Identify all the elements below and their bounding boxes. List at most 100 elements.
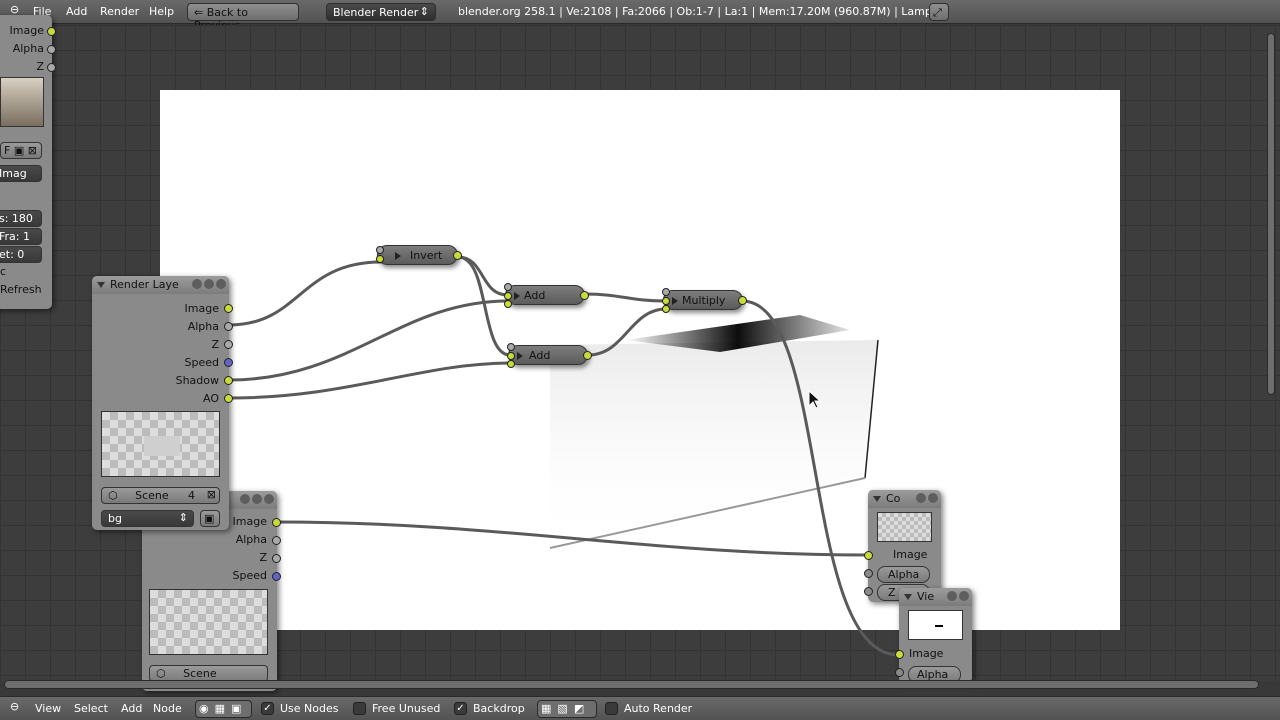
source-select[interactable]: Imag [0,165,42,182]
preview-toggle-icon[interactable] [947,591,957,601]
menu-view[interactable]: View [35,702,61,715]
open-icon[interactable]: ▣ [14,144,24,157]
node-header[interactable]: Vie [899,588,972,606]
collapse-icon[interactable] [928,493,938,503]
menu-add[interactable]: Add [121,702,142,715]
preview-toggle-icon[interactable] [192,279,202,289]
color-icon[interactable]: ▧ [557,702,573,715]
output-alpha-socket[interactable] [272,536,281,545]
preview-toggle-icon[interactable] [240,494,250,504]
menu-add[interactable]: Add [66,5,87,18]
add-node-1[interactable]: Add [504,283,589,308]
input-color2-socket[interactable] [662,305,670,313]
frames-field[interactable]: s: 180 [0,210,42,227]
input-fac-socket[interactable] [376,246,384,254]
offset-field[interactable]: et: 0 [0,246,42,263]
collapse-icon[interactable] [959,591,969,601]
output-alpha-socket[interactable] [224,322,233,331]
input-z-socket[interactable] [864,587,873,596]
input-color1-socket[interactable] [507,352,515,360]
node-header[interactable]: Render Laye [92,276,229,294]
input-fac-socket[interactable] [507,343,515,351]
output-color-socket[interactable] [583,351,592,360]
invert-node[interactable]: Invert [376,245,462,265]
image-buttons[interactable]: F ▣ ⊠ [0,142,42,159]
preview-toggle-icon[interactable] [916,493,926,503]
output-z-socket[interactable] [224,340,233,349]
color-alpha-icon[interactable]: ▦ [541,702,557,715]
socket-z[interactable] [47,63,56,72]
input-alpha-socket[interactable] [895,668,904,677]
menu-help[interactable]: Help [149,5,174,18]
composite-node[interactable]: Co Image Alpha Z [864,490,941,602]
input-color2-socket[interactable] [507,360,515,368]
expand-arrow-icon[interactable] [672,297,678,305]
output-color-socket[interactable] [453,251,462,260]
input-alpha-socket[interactable] [864,569,873,578]
refresh-label[interactable]: Refresh [0,283,42,296]
start-frame-field[interactable]: Fra: 1 [0,228,42,245]
use-nodes-checkbox[interactable]: ✓ [261,702,274,715]
shader-nodes-icon[interactable]: ◉ [199,702,215,715]
backdrop-channels[interactable]: ▦▧◩ [537,700,597,718]
menu-select[interactable]: Select [74,702,108,715]
node-header[interactable]: Co [868,490,941,508]
editor-type-icon[interactable]: ⊖ [10,700,19,713]
expand-arrow-icon[interactable] [517,352,523,360]
free-unused-checkbox[interactable] [353,702,366,715]
node-tree-type-selector[interactable]: ◉▦▣ [195,700,252,718]
scene-selector[interactable]: ⬡ Scene 4 ⊠ [101,487,220,504]
render-layer-icon[interactable]: ▣ [200,510,220,527]
collapse-icon[interactable] [264,494,274,504]
input-fac-socket[interactable] [504,283,512,291]
output-speed-socket[interactable] [272,572,281,581]
alpha-icon[interactable]: ◩ [574,702,590,715]
composite-nodes-icon[interactable]: ▦ [215,702,231,715]
image-node-partial[interactable]: Image Alpha Z F ▣ ⊠ Imag s: 180 Fra: 1 e… [0,15,56,309]
add-node-2[interactable]: Add [507,343,592,368]
horizontal-scrollbar[interactable] [4,680,1259,689]
expand-arrow-icon[interactable] [514,292,520,300]
collapse-triangle-icon[interactable] [873,496,881,502]
auto-render-checkbox[interactable] [605,702,618,715]
socket-image[interactable] [47,27,56,36]
output-shadow-socket[interactable] [224,376,233,385]
collapse-triangle-icon[interactable] [904,594,912,600]
output-color-socket[interactable] [580,291,589,300]
input-color1-socket[interactable] [662,297,670,305]
menu-node[interactable]: Node [153,702,182,715]
viewer-node[interactable]: Vie Image Alpha [895,588,972,683]
output-color-socket[interactable] [738,296,747,305]
output-z-socket[interactable] [272,554,281,563]
hide-toggle-icon[interactable] [252,494,262,504]
output-image-socket[interactable] [224,304,233,313]
render-layer-select[interactable]: bg ⇕ [101,510,194,527]
menu-render[interactable]: Render [100,5,139,18]
hide-toggle-icon[interactable] [204,279,214,289]
input-color-socket[interactable] [376,255,384,263]
render-layers-node[interactable]: Render Laye Image Alpha Z Speed Shadow A… [92,276,233,530]
vertical-scrollbar[interactable] [1267,33,1275,395]
fullscreen-icon[interactable]: ⤢ [929,3,949,21]
input-color2-socket[interactable] [504,300,512,308]
output-speed-socket[interactable] [224,358,233,367]
input-fac-socket[interactable] [662,288,670,296]
output-ao-socket[interactable] [224,394,233,403]
texture-nodes-icon[interactable]: ▣ [231,702,247,715]
render-engine-select[interactable]: Blender Render ⇕ [326,3,436,21]
multiply-node[interactable]: Multiply [662,288,747,313]
fake-user-button[interactable]: F [4,144,10,157]
input-color1-socket[interactable] [504,292,512,300]
socket-alpha[interactable] [47,45,56,54]
output-image-socket[interactable] [272,518,281,527]
backdrop-checkbox[interactable]: ✓ [454,702,467,715]
unlink-scene-icon[interactable]: ⊠ [207,488,216,501]
unlink-icon[interactable]: ⊠ [28,144,37,157]
back-to-previous-button[interactable]: ⇐ Back to Previous [187,3,299,32]
input-image-socket[interactable] [895,650,904,659]
node-editor[interactable]: Image Alpha Z F ▣ ⊠ Imag s: 180 Fra: 1 e… [0,15,1280,691]
collapse-icon[interactable] [216,279,226,289]
alpha-value-field[interactable]: Alpha [877,566,930,583]
expand-arrow-icon[interactable] [395,252,401,260]
collapse-triangle-icon[interactable] [97,282,105,288]
